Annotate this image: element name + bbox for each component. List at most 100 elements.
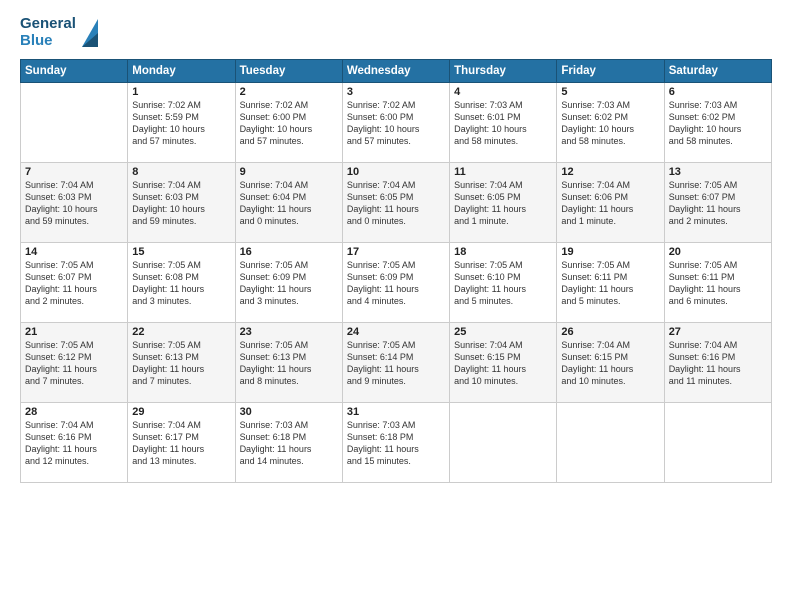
day-info: Sunrise: 7:04 AMSunset: 6:06 PMDaylight:… bbox=[561, 179, 659, 228]
calendar-cell: 27Sunrise: 7:04 AMSunset: 6:16 PMDayligh… bbox=[664, 323, 771, 403]
day-number: 27 bbox=[669, 326, 767, 338]
day-number: 31 bbox=[347, 406, 445, 418]
day-number: 26 bbox=[561, 326, 659, 338]
calendar-cell bbox=[450, 403, 557, 483]
day-info: Sunrise: 7:05 AMSunset: 6:09 PMDaylight:… bbox=[347, 259, 445, 308]
calendar-cell: 26Sunrise: 7:04 AMSunset: 6:15 PMDayligh… bbox=[557, 323, 664, 403]
week-row-4: 21Sunrise: 7:05 AMSunset: 6:12 PMDayligh… bbox=[21, 323, 772, 403]
day-info: Sunrise: 7:05 AMSunset: 6:08 PMDaylight:… bbox=[132, 259, 230, 308]
day-number: 1 bbox=[132, 86, 230, 98]
day-info: Sunrise: 7:03 AMSunset: 6:01 PMDaylight:… bbox=[454, 99, 552, 148]
calendar-cell: 2Sunrise: 7:02 AMSunset: 6:00 PMDaylight… bbox=[235, 83, 342, 163]
day-number: 29 bbox=[132, 406, 230, 418]
day-number: 24 bbox=[347, 326, 445, 338]
day-info: Sunrise: 7:02 AMSunset: 5:59 PMDaylight:… bbox=[132, 99, 230, 148]
day-info: Sunrise: 7:04 AMSunset: 6:03 PMDaylight:… bbox=[132, 179, 230, 228]
calendar-cell: 16Sunrise: 7:05 AMSunset: 6:09 PMDayligh… bbox=[235, 243, 342, 323]
day-number: 4 bbox=[454, 86, 552, 98]
day-info: Sunrise: 7:04 AMSunset: 6:17 PMDaylight:… bbox=[132, 419, 230, 468]
day-number: 3 bbox=[347, 86, 445, 98]
day-number: 16 bbox=[240, 246, 338, 258]
calendar-cell: 14Sunrise: 7:05 AMSunset: 6:07 PMDayligh… bbox=[21, 243, 128, 323]
day-number: 7 bbox=[25, 166, 123, 178]
day-number: 22 bbox=[132, 326, 230, 338]
calendar-cell: 22Sunrise: 7:05 AMSunset: 6:13 PMDayligh… bbox=[128, 323, 235, 403]
calendar-cell: 13Sunrise: 7:05 AMSunset: 6:07 PMDayligh… bbox=[664, 163, 771, 243]
day-number: 18 bbox=[454, 246, 552, 258]
day-info: Sunrise: 7:05 AMSunset: 6:13 PMDaylight:… bbox=[132, 339, 230, 388]
day-number: 9 bbox=[240, 166, 338, 178]
weekday-header-friday: Friday bbox=[557, 60, 664, 83]
day-info: Sunrise: 7:03 AMSunset: 6:18 PMDaylight:… bbox=[347, 419, 445, 468]
day-info: Sunrise: 7:05 AMSunset: 6:07 PMDaylight:… bbox=[669, 179, 767, 228]
calendar-cell: 12Sunrise: 7:04 AMSunset: 6:06 PMDayligh… bbox=[557, 163, 664, 243]
header-row: SundayMondayTuesdayWednesdayThursdayFrid… bbox=[21, 60, 772, 83]
day-number: 23 bbox=[240, 326, 338, 338]
day-info: Sunrise: 7:05 AMSunset: 6:11 PMDaylight:… bbox=[561, 259, 659, 308]
header: General Blue bbox=[20, 16, 772, 49]
weekday-header-monday: Monday bbox=[128, 60, 235, 83]
day-number: 2 bbox=[240, 86, 338, 98]
calendar-cell: 18Sunrise: 7:05 AMSunset: 6:10 PMDayligh… bbox=[450, 243, 557, 323]
day-number: 8 bbox=[132, 166, 230, 178]
day-info: Sunrise: 7:04 AMSunset: 6:16 PMDaylight:… bbox=[25, 419, 123, 468]
day-info: Sunrise: 7:04 AMSunset: 6:15 PMDaylight:… bbox=[454, 339, 552, 388]
day-info: Sunrise: 7:05 AMSunset: 6:07 PMDaylight:… bbox=[25, 259, 123, 308]
day-info: Sunrise: 7:03 AMSunset: 6:18 PMDaylight:… bbox=[240, 419, 338, 468]
calendar-cell: 20Sunrise: 7:05 AMSunset: 6:11 PMDayligh… bbox=[664, 243, 771, 323]
calendar-cell: 19Sunrise: 7:05 AMSunset: 6:11 PMDayligh… bbox=[557, 243, 664, 323]
weekday-header-wednesday: Wednesday bbox=[342, 60, 449, 83]
day-info: Sunrise: 7:05 AMSunset: 6:10 PMDaylight:… bbox=[454, 259, 552, 308]
day-number: 20 bbox=[669, 246, 767, 258]
day-info: Sunrise: 7:05 AMSunset: 6:11 PMDaylight:… bbox=[669, 259, 767, 308]
day-info: Sunrise: 7:05 AMSunset: 6:12 PMDaylight:… bbox=[25, 339, 123, 388]
calendar-cell: 17Sunrise: 7:05 AMSunset: 6:09 PMDayligh… bbox=[342, 243, 449, 323]
week-row-3: 14Sunrise: 7:05 AMSunset: 6:07 PMDayligh… bbox=[21, 243, 772, 323]
calendar-cell: 15Sunrise: 7:05 AMSunset: 6:08 PMDayligh… bbox=[128, 243, 235, 323]
weekday-header-sunday: Sunday bbox=[21, 60, 128, 83]
calendar-cell: 9Sunrise: 7:04 AMSunset: 6:04 PMDaylight… bbox=[235, 163, 342, 243]
calendar-cell: 21Sunrise: 7:05 AMSunset: 6:12 PMDayligh… bbox=[21, 323, 128, 403]
calendar-cell bbox=[557, 403, 664, 483]
calendar-cell: 5Sunrise: 7:03 AMSunset: 6:02 PMDaylight… bbox=[557, 83, 664, 163]
weekday-header-thursday: Thursday bbox=[450, 60, 557, 83]
logo-sail-icon bbox=[78, 19, 98, 47]
weekday-header-saturday: Saturday bbox=[664, 60, 771, 83]
calendar-cell: 31Sunrise: 7:03 AMSunset: 6:18 PMDayligh… bbox=[342, 403, 449, 483]
calendar: SundayMondayTuesdayWednesdayThursdayFrid… bbox=[20, 59, 772, 483]
day-number: 28 bbox=[25, 406, 123, 418]
day-number: 15 bbox=[132, 246, 230, 258]
calendar-cell: 3Sunrise: 7:02 AMSunset: 6:00 PMDaylight… bbox=[342, 83, 449, 163]
day-info: Sunrise: 7:05 AMSunset: 6:13 PMDaylight:… bbox=[240, 339, 338, 388]
logo-text: General Blue bbox=[20, 16, 98, 49]
day-number: 19 bbox=[561, 246, 659, 258]
day-info: Sunrise: 7:04 AMSunset: 6:05 PMDaylight:… bbox=[347, 179, 445, 228]
week-row-2: 7 Sunrise: 7:04 AMSunset: 6:03 PMDaylight… bbox=[21, 163, 772, 243]
day-number: 12 bbox=[561, 166, 659, 178]
day-number: 11 bbox=[454, 166, 552, 178]
page: General Blue SundayMondayTuesdayWednesda… bbox=[0, 0, 792, 612]
logo: General Blue bbox=[20, 16, 98, 49]
calendar-cell: 25Sunrise: 7:04 AMSunset: 6:15 PMDayligh… bbox=[450, 323, 557, 403]
calendar-cell: 24Sunrise: 7:05 AMSunset: 6:14 PMDayligh… bbox=[342, 323, 449, 403]
calendar-cell: 8Sunrise: 7:04 AMSunset: 6:03 PMDaylight… bbox=[128, 163, 235, 243]
day-info: Sunrise: 7:05 AMSunset: 6:14 PMDaylight:… bbox=[347, 339, 445, 388]
calendar-cell bbox=[664, 403, 771, 483]
day-info: Sunrise: 7:04 AMSunset: 6:05 PMDaylight:… bbox=[454, 179, 552, 228]
calendar-cell bbox=[21, 83, 128, 163]
week-row-1: 1Sunrise: 7:02 AMSunset: 5:59 PMDaylight… bbox=[21, 83, 772, 163]
calendar-cell: 1Sunrise: 7:02 AMSunset: 5:59 PMDaylight… bbox=[128, 83, 235, 163]
day-info: Sunrise: 7:04 AMSunset: 6:15 PMDaylight:… bbox=[561, 339, 659, 388]
calendar-cell: 30Sunrise: 7:03 AMSunset: 6:18 PMDayligh… bbox=[235, 403, 342, 483]
day-number: 13 bbox=[669, 166, 767, 178]
day-info: Sunrise: 7:02 AMSunset: 6:00 PMDaylight:… bbox=[240, 99, 338, 148]
day-number: 17 bbox=[347, 246, 445, 258]
calendar-cell: 23Sunrise: 7:05 AMSunset: 6:13 PMDayligh… bbox=[235, 323, 342, 403]
day-number: 6 bbox=[669, 86, 767, 98]
day-number: 25 bbox=[454, 326, 552, 338]
calendar-cell: 28Sunrise: 7:04 AMSunset: 6:16 PMDayligh… bbox=[21, 403, 128, 483]
day-number: 10 bbox=[347, 166, 445, 178]
day-info: Sunrise: 7:04 AMSunset: 6:04 PMDaylight:… bbox=[240, 179, 338, 228]
day-number: 5 bbox=[561, 86, 659, 98]
day-number: 21 bbox=[25, 326, 123, 338]
